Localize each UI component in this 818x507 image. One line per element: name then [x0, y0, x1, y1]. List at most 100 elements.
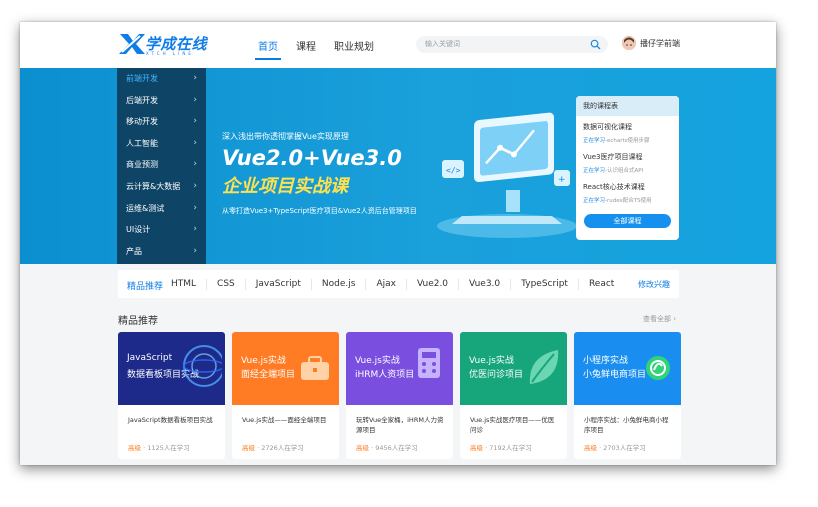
course-card[interactable]: Vue.js实战 优医问诊项目 Vue.js实战医疗项目——优医问诊 高级 · …	[460, 332, 567, 459]
chevron-right-icon: ›	[193, 94, 197, 105]
course-status-prefix: 正在学习	[583, 138, 606, 144]
course-status: 正在学习-认识组合式API	[583, 166, 672, 174]
tag-vue3[interactable]: Vue3.0	[459, 279, 512, 290]
avatar[interactable]	[622, 36, 636, 50]
card-meta: 高级 · 7192人在学习	[470, 444, 532, 452]
menu-item-business[interactable]: 商业预测 ›	[117, 154, 206, 176]
category-menu: 前端开发 › 后端开发 › 移动开发 › 人工智能 › 商业预测 › 云计算&大数据 › 运…	[117, 68, 206, 264]
tag-css[interactable]: CSS	[207, 279, 246, 290]
card-thumbnail: 小程序实战 小兔鲜电商项目	[574, 332, 681, 405]
logo-subtext: XTCH LINE	[146, 51, 194, 56]
browser-frame: 学成在线 XTCH LINE 首页 课程 职业规划 输入关键词 播仔学前端 前端…	[20, 22, 776, 465]
thumb-subtitle: 面经全端项目	[241, 370, 296, 380]
course-card[interactable]: 小程序实战 小兔鲜电商项目 小程序实战：小兔鲜电商小程序项目 高级 · 2703…	[574, 332, 681, 459]
all-courses-button[interactable]: 全部课程	[584, 214, 671, 228]
search-icon[interactable]	[590, 39, 601, 50]
thumb-subtitle: 小兔鲜电商项目	[583, 370, 647, 380]
card-meta: 高级 · 2726人在学习	[242, 444, 304, 452]
course-item[interactable]: 数据可视化课程 正在学习-echarts使用步骤	[576, 116, 679, 146]
nav-career[interactable]: 职业规划	[334, 38, 374, 53]
thumb-title: Vue.js实战	[469, 356, 514, 366]
chevron-right-icon: ›	[193, 116, 197, 127]
menu-item-frontend[interactable]: 前端开发 ›	[117, 68, 206, 90]
chevron-right-icon: ›	[193, 73, 197, 83]
leaf-icon	[529, 350, 559, 384]
menu-item-backend[interactable]: 后端开发 ›	[117, 90, 206, 112]
thumb-title: JavaScript	[127, 353, 173, 363]
card-level: 高级	[128, 444, 141, 452]
section-title: 精品推荐	[118, 316, 158, 327]
thumb-title: 小程序实战	[583, 356, 629, 366]
card-learners: 7192人在学习	[489, 444, 532, 452]
menu-item-ui[interactable]: UI设计 ›	[117, 219, 206, 241]
svg-text:</>: </>	[446, 166, 461, 175]
menu-item-label: 运维&测试	[126, 203, 165, 213]
nav-courses[interactable]: 课程	[296, 38, 316, 53]
tag-ajax[interactable]: Ajax	[366, 279, 407, 290]
course-status-prefix: 正在学习	[583, 198, 606, 204]
chevron-right-icon: ›	[193, 202, 197, 213]
menu-item-label: UI设计	[126, 225, 151, 235]
menu-item-label: 商业预测	[126, 160, 158, 170]
course-item[interactable]: React核心技术课程 正在学习-rudex配合TS使用	[576, 176, 679, 206]
menu-item-ops[interactable]: 运维&测试 ›	[117, 198, 206, 220]
course-item[interactable]: Vue3医疗项目课程 正在学习-认识组合式API	[576, 146, 679, 176]
menu-item-label: 产品	[126, 246, 142, 256]
menu-item-ai[interactable]: 人工智能 ›	[117, 133, 206, 155]
tag-vue2[interactable]: Vue2.0	[407, 279, 460, 290]
tag-typescript[interactable]: TypeScript	[511, 279, 579, 290]
card-title: Vue.js实战——面经全端项目	[242, 416, 327, 424]
banner-title: Vue2.0+Vue3.0	[222, 146, 402, 170]
calculator-icon	[418, 348, 440, 378]
tag-react[interactable]: React	[579, 279, 624, 290]
card-learners: 9456人在学习	[375, 444, 418, 452]
chevron-right-icon: ›	[193, 137, 197, 148]
card-thumbnail: Vue.js实战 面经全端项目	[232, 332, 339, 405]
search-input[interactable]: 输入关键词	[425, 39, 460, 49]
chevron-right-icon: ›	[193, 180, 197, 191]
course-name: 数据可视化课程	[583, 123, 632, 131]
card-title: 玩转Vue全家桶，iHRM人力资源项目	[356, 416, 444, 434]
chevron-right-icon: ›	[193, 245, 197, 256]
banner-tagline: 深入浅出带你透彻掌握Vue实现原理	[222, 132, 349, 141]
menu-item-cloud[interactable]: 云计算&大数据 ›	[117, 176, 206, 198]
view-all-link[interactable]: 查看全部 ›	[643, 314, 676, 324]
thumb-subtitle: iHRM人资项目	[355, 370, 415, 380]
course-status: 正在学习-echarts使用步骤	[583, 136, 672, 144]
nav-home[interactable]: 首页	[255, 38, 281, 60]
card-meta: 高级 · 2703人在学习	[584, 444, 646, 452]
menu-item-label: 人工智能	[126, 138, 158, 148]
user-name[interactable]: 播仔学前端	[640, 38, 680, 49]
card-level: 高级	[242, 444, 255, 452]
tag-javascript[interactable]: JavaScript	[246, 279, 312, 290]
hero-banner[interactable]: 前端开发 › 后端开发 › 移动开发 › 人工智能 › 商业预测 › 云计算&大数据 › 运…	[20, 68, 776, 264]
menu-item-mobile[interactable]: 移动开发 ›	[117, 111, 206, 133]
tag-list: HTML CSS JavaScript Node.js Ajax Vue2.0 …	[161, 279, 624, 290]
course-card[interactable]: Vue.js实战 iHRM人资项目 玩转Vue全家桶，iHRM人力资源项目 高级…	[346, 332, 453, 459]
course-name: Vue3医疗项目课程	[583, 153, 643, 161]
search-box[interactable]: 输入关键词	[416, 36, 608, 53]
tag-nodejs[interactable]: Node.js	[312, 279, 367, 290]
menu-item-label: 移动开发	[126, 117, 158, 127]
course-status-text: -rudex配合TS使用	[605, 198, 652, 204]
card-learners: 2703人在学习	[603, 444, 646, 452]
chevron-right-icon: ›	[193, 159, 197, 170]
monitor-illustration-icon: </> +	[437, 112, 577, 238]
logo[interactable]: 学成在线 XTCH LINE	[118, 32, 214, 58]
card-meta: 高级 · 1125人在学习	[128, 444, 190, 452]
course-card[interactable]: JavaScript 数据看板项目实战 JavaScript数据看板项目实战 高…	[118, 332, 225, 459]
tag-html[interactable]: HTML	[161, 279, 208, 290]
menu-item-label: 后端开发	[126, 95, 158, 105]
course-card-list: JavaScript 数据看板项目实战 JavaScript数据看板项目实战 高…	[118, 332, 688, 459]
logo-x-icon	[119, 34, 145, 54]
thumb-title: Vue.js实战	[355, 356, 400, 366]
course-status-text: -echarts使用步骤	[605, 138, 650, 144]
main-nav: 首页 课程 职业规划	[255, 38, 392, 60]
edit-interests-link[interactable]: 修改兴趣	[638, 279, 670, 290]
card-meta: 高级 · 9456人在学习	[356, 444, 418, 452]
tagbar-title: 精品推荐	[127, 282, 164, 292]
course-status-prefix: 正在学习	[583, 168, 606, 174]
course-card[interactable]: Vue.js实战 面经全端项目 Vue.js实战——面经全端项目 高级 · 27…	[232, 332, 339, 459]
menu-item-product[interactable]: 产品 ›	[117, 241, 206, 263]
card-thumbnail: Vue.js实战 iHRM人资项目	[346, 332, 453, 405]
